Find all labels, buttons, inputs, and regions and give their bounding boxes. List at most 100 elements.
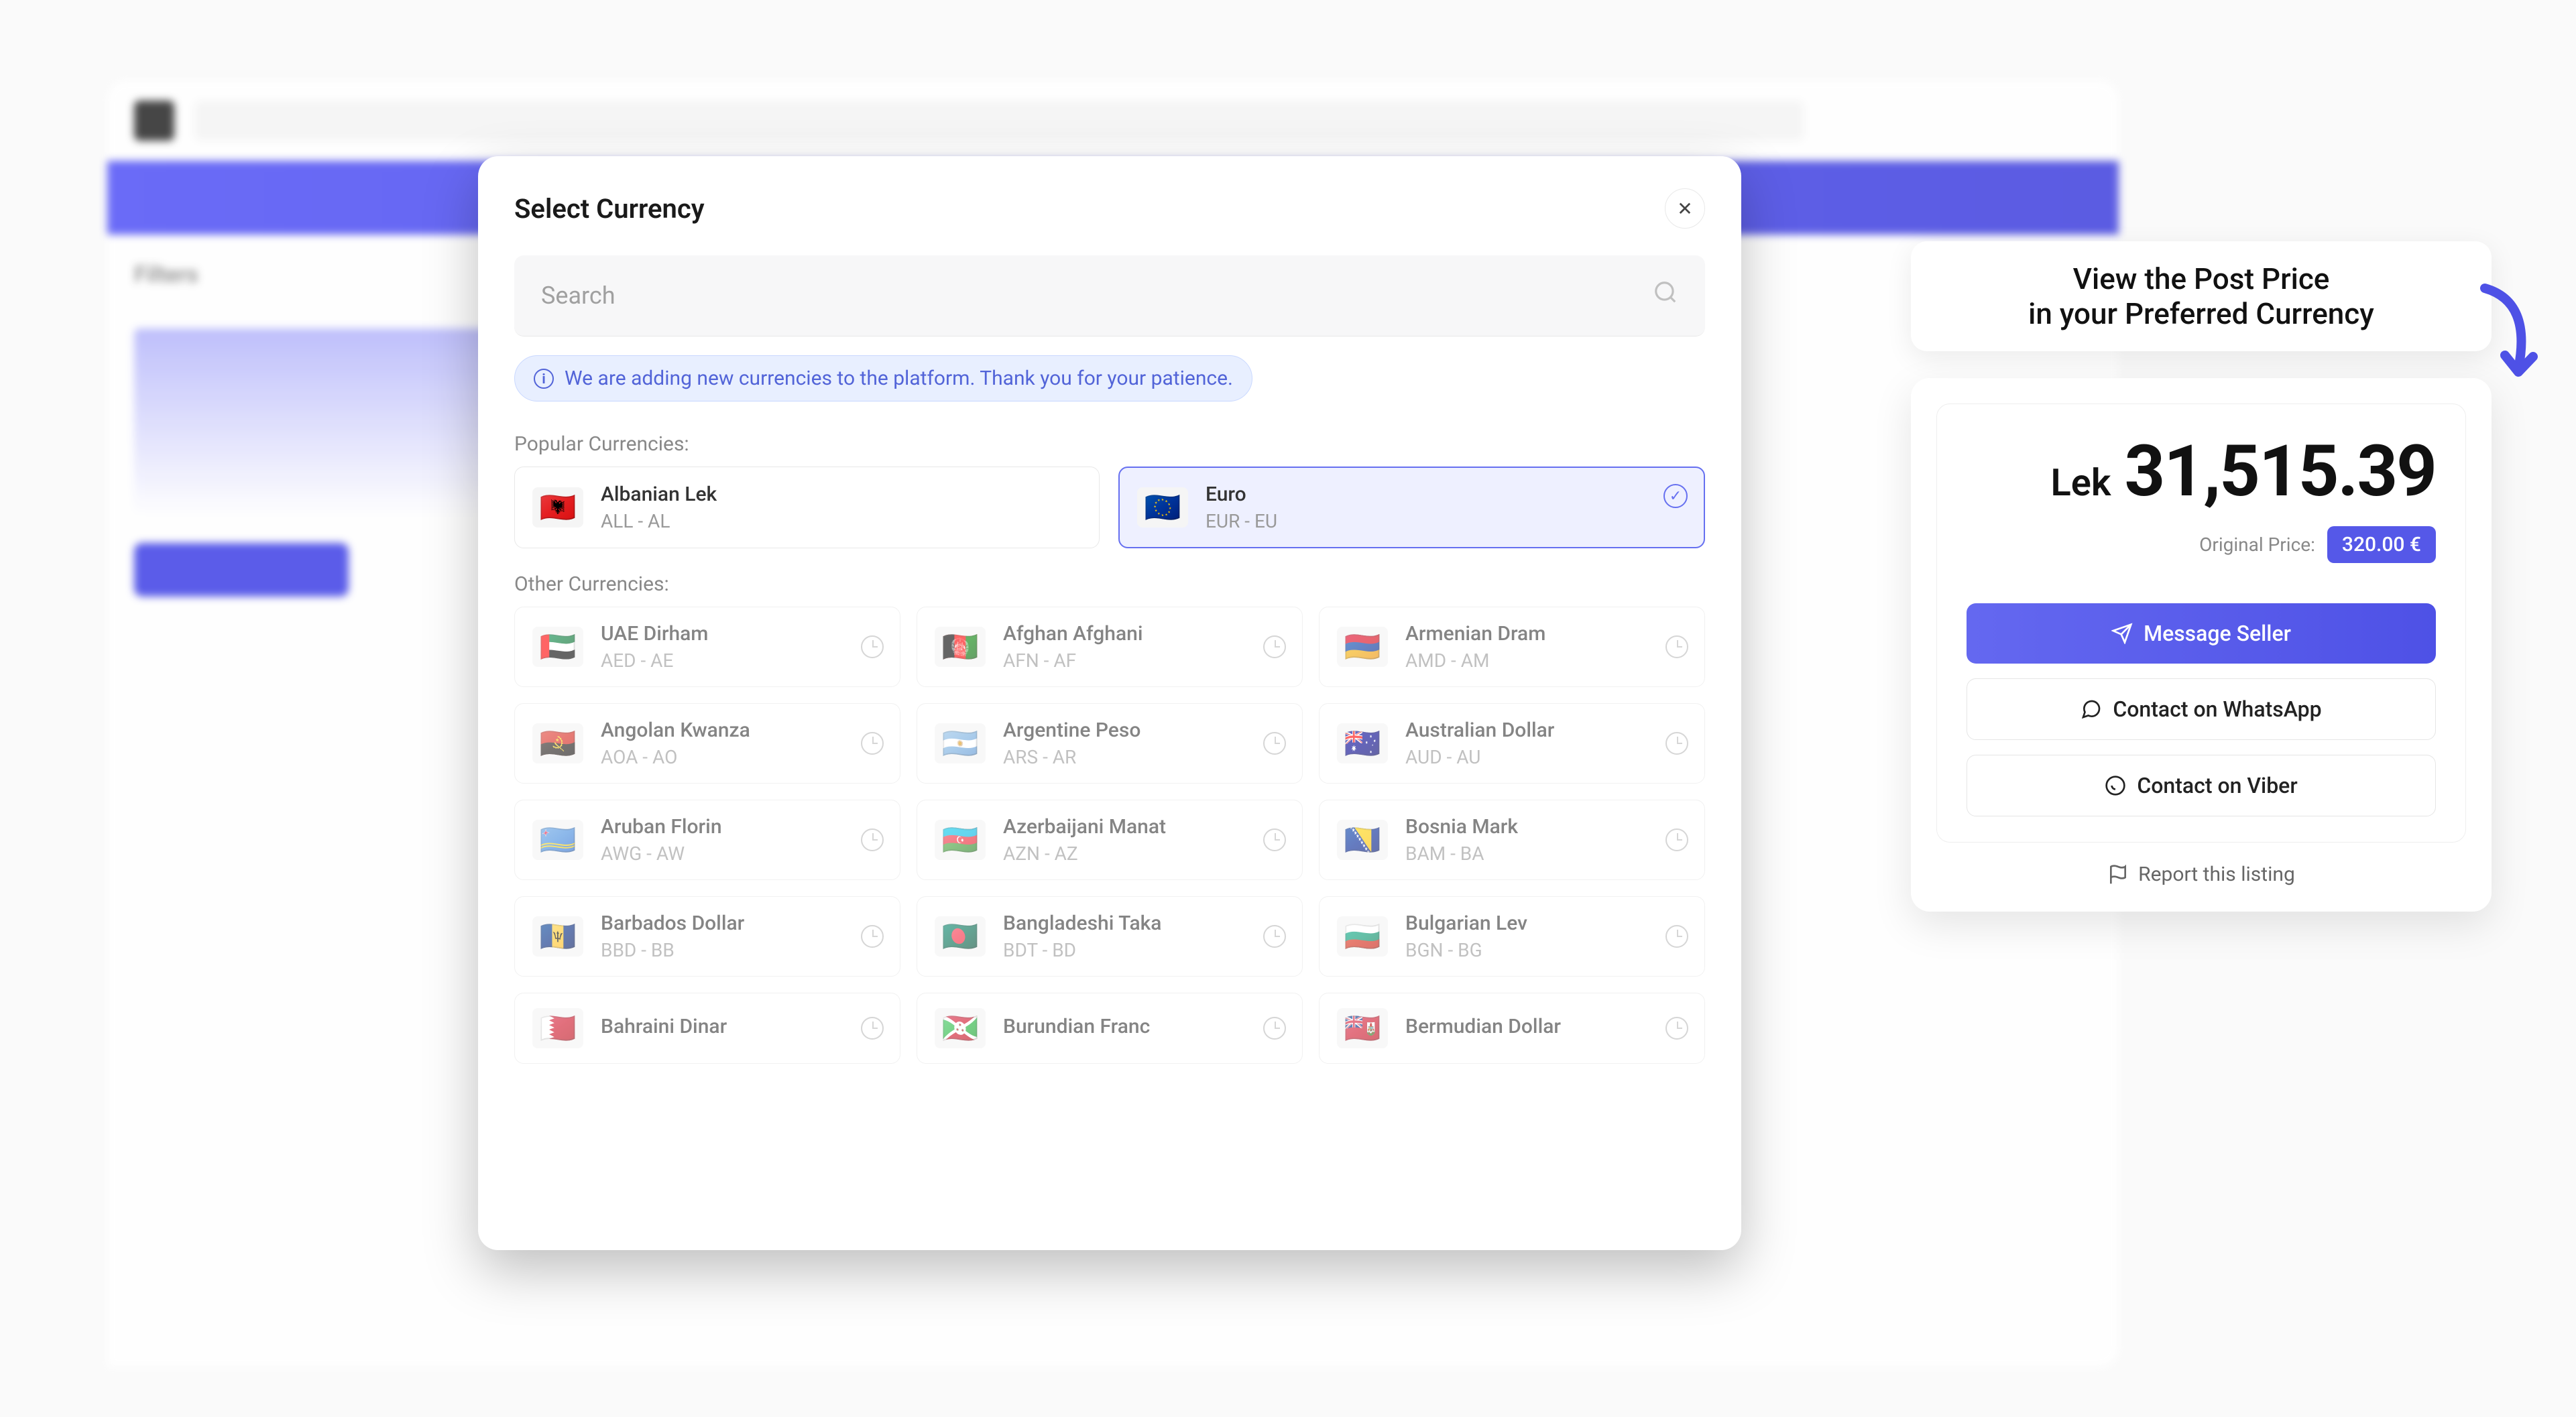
flag-icon: 🇦🇼 xyxy=(532,820,583,860)
other-currency-13[interactable]: 🇧🇮 Burundian Franc xyxy=(917,993,1303,1064)
clock-icon xyxy=(1263,732,1286,755)
clock-icon xyxy=(1665,635,1688,658)
other-currency-3[interactable]: 🇦🇴 Angolan Kwanza AOA - AO xyxy=(514,703,900,784)
other-currency-10[interactable]: 🇧🇩 Bangladeshi Taka BDT - BD xyxy=(917,896,1303,977)
other-currency-11[interactable]: 🇧🇬Bulgarian LevBGN - BG xyxy=(1319,896,1705,977)
flag-icon: 🇦🇱 xyxy=(532,487,583,528)
viber-button[interactable]: Contact on Viber xyxy=(1967,755,2436,816)
flag-icon: 🇧🇧 xyxy=(532,916,583,957)
clock-icon xyxy=(861,732,884,755)
other-currency-1[interactable]: 🇦🇫 Afghan Afghani AFN - AF xyxy=(917,607,1303,687)
other-currency-6[interactable]: 🇦🇼 Aruban Florin AWG - AW xyxy=(514,800,900,880)
currency-name: Aruban Florin xyxy=(601,815,722,839)
report-listing[interactable]: Report this listing xyxy=(1936,863,2466,886)
search-box[interactable] xyxy=(514,255,1705,336)
currency-name: Australian Dollar xyxy=(1405,719,1554,742)
close-button[interactable]: ✕ xyxy=(1665,188,1705,229)
currency-code: AZN - AZ xyxy=(1003,843,1166,865)
promo-line1: View the Post Price xyxy=(1944,261,2458,296)
send-icon xyxy=(2111,623,2133,644)
other-currency-4[interactable]: 🇦🇷 Argentine Peso ARS - AR xyxy=(917,703,1303,784)
currency-name: Albanian Lek xyxy=(601,483,717,506)
currency-code: BBD - BB xyxy=(601,939,744,961)
search-input[interactable] xyxy=(541,282,1653,310)
info-text: We are adding new currencies to the plat… xyxy=(565,367,1233,390)
other-currency-9[interactable]: 🇧🇧 Barbados Dollar BBD - BB xyxy=(514,896,900,977)
flag-icon: 🇧🇭 xyxy=(532,1008,583,1048)
currency-code: AMD - AM xyxy=(1405,650,1545,672)
flag-icon: 🇦🇪 xyxy=(532,627,583,667)
other-currency-12[interactable]: 🇧🇭Bahraini Dinar xyxy=(514,993,900,1064)
flag-icon: 🇧🇲 xyxy=(1337,1008,1388,1048)
currency-name: Barbados Dollar xyxy=(601,912,744,935)
message-seller-button[interactable]: Message Seller xyxy=(1967,603,2436,664)
side-panel: View the Post Price in your Preferred Cu… xyxy=(1888,241,2545,912)
message-seller-label: Message Seller xyxy=(2144,621,2291,646)
other-currency-8[interactable]: 🇧🇦Bosnia MarkBAM - BA xyxy=(1319,800,1705,880)
flag-icon: 🇦🇷 xyxy=(935,723,986,763)
flag-icon: 🇦🇲 xyxy=(1337,627,1388,667)
price-symbol: Lek xyxy=(2050,460,2111,505)
clock-icon xyxy=(1263,635,1286,658)
popular-currency-1[interactable]: 🇪🇺 Euro EUR - EU ✓ xyxy=(1118,467,1705,548)
currency-name: Azerbaijani Manat xyxy=(1003,815,1166,839)
currency-code: AFN - AF xyxy=(1003,650,1143,672)
price-card: Lek 31,515.39 Original Price: 320.00 € M… xyxy=(1911,378,2492,912)
currency-code: BDT - BD xyxy=(1003,939,1161,961)
clock-icon xyxy=(1665,732,1688,755)
flag-icon: 🇧🇦 xyxy=(1337,820,1388,860)
currency-name: Armenian Dram xyxy=(1405,622,1545,645)
info-banner: i We are adding new currencies to the pl… xyxy=(514,355,1252,402)
currency-code: AOA - AO xyxy=(601,746,750,768)
flag-icon: 🇦🇿 xyxy=(935,820,986,860)
clock-icon xyxy=(1665,1017,1688,1040)
flag-icon: 🇦🇫 xyxy=(935,627,986,667)
arrow-icon xyxy=(2478,282,2538,382)
search-icon xyxy=(1653,280,1678,312)
currency-name: Argentine Peso xyxy=(1003,719,1140,742)
other-currency-0[interactable]: 🇦🇪 UAE Dirham AED - AE xyxy=(514,607,900,687)
currency-name: Angolan Kwanza xyxy=(601,719,750,742)
clock-icon xyxy=(1263,828,1286,851)
currency-code: AED - AE xyxy=(601,650,708,672)
flag-icon: 🇧🇩 xyxy=(935,916,986,957)
other-currency-14[interactable]: 🇧🇲 Bermudian Dollar xyxy=(1319,993,1705,1064)
whatsapp-icon xyxy=(2081,698,2102,720)
whatsapp-button[interactable]: Contact on WhatsApp xyxy=(1967,678,2436,740)
modal-title: Select Currency xyxy=(514,193,705,225)
clock-icon xyxy=(861,828,884,851)
currency-code: AWG - AW xyxy=(601,843,722,865)
currency-name: Bangladeshi Taka xyxy=(1003,912,1161,935)
currency-name: Afghan Afghani xyxy=(1003,622,1143,645)
check-icon: ✓ xyxy=(1663,484,1688,508)
popular-label: Popular Currencies: xyxy=(478,422,1741,467)
flag-icon: 🇧🇮 xyxy=(935,1008,986,1048)
other-currency-5[interactable]: 🇦🇺Australian DollarAUD - AU xyxy=(1319,703,1705,784)
original-price-label: Original Price: xyxy=(2199,534,2315,556)
clock-icon xyxy=(1665,925,1688,948)
clock-icon xyxy=(1263,925,1286,948)
currency-name: UAE Dirham xyxy=(601,622,708,645)
currency-code: AUD - AU xyxy=(1405,746,1554,768)
info-icon: i xyxy=(534,369,554,389)
currency-code: ARS - AR xyxy=(1003,746,1140,768)
whatsapp-label: Contact on WhatsApp xyxy=(2113,696,2321,722)
currency-name: Bosnia Mark xyxy=(1405,815,1518,839)
currency-name: Burundian Franc xyxy=(1003,1015,1150,1038)
viber-label: Contact on Viber xyxy=(2137,773,2297,798)
currency-name: Euro xyxy=(1206,483,1277,506)
currency-modal: Select Currency ✕ i We are adding new cu… xyxy=(478,156,1741,1250)
price-value: 31,515.39 xyxy=(2124,430,2436,513)
clock-icon xyxy=(1263,1017,1286,1040)
clock-icon xyxy=(861,925,884,948)
flag-icon xyxy=(2107,864,2129,885)
currency-name: Bermudian Dollar xyxy=(1405,1015,1561,1038)
other-currency-7[interactable]: 🇦🇿 Azerbaijani Manat AZN - AZ xyxy=(917,800,1303,880)
other-currency-2[interactable]: 🇦🇲 Armenian Dram AMD - AM xyxy=(1319,607,1705,687)
flag-icon: 🇦🇴 xyxy=(532,723,583,763)
flag-icon: 🇪🇺 xyxy=(1137,487,1188,528)
currency-name: Bulgarian Lev xyxy=(1405,912,1527,935)
flag-icon: 🇧🇬 xyxy=(1337,916,1388,957)
currency-code: EUR - EU xyxy=(1206,510,1277,532)
popular-currency-0[interactable]: 🇦🇱Albanian LekALL - AL xyxy=(514,467,1100,548)
